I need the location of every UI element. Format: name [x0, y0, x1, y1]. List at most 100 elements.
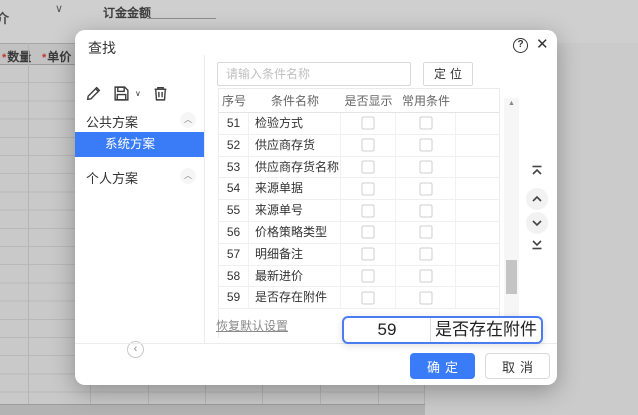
row-seq: 53 [219, 156, 249, 178]
row-show-cell [341, 222, 396, 243]
chevron-down-icon: ∨ [55, 3, 64, 15]
spreadsheet-footer-row [0, 404, 425, 415]
restore-defaults-link[interactable]: 恢复默认设置 [216, 317, 288, 334]
show-checkbox[interactable] [361, 204, 375, 218]
common-checkbox[interactable] [419, 269, 432, 283]
common-checkbox[interactable] [419, 160, 432, 174]
condition-search-input[interactable] [217, 62, 411, 86]
move-up-icon[interactable] [526, 188, 548, 210]
chevron-down-icon[interactable]: ∨ [135, 89, 141, 98]
scroll-up-icon[interactable]: ▲ [504, 100, 519, 107]
row-condition-name: 最新进价 [249, 265, 341, 287]
required-star: * [2, 52, 7, 64]
row-show-cell [341, 287, 396, 309]
row-show-cell [341, 156, 396, 178]
column-header-show: 是否显示 [344, 94, 393, 108]
row-common-cell [396, 134, 456, 156]
row-condition-name: 是否存在附件 [249, 287, 341, 309]
table-row[interactable]: 55 来源单号 [219, 200, 499, 222]
show-checkbox[interactable] [361, 160, 375, 174]
row-show-cell [341, 134, 396, 156]
row-condition-name: 检验方式 [249, 113, 341, 134]
gridline [28, 43, 29, 415]
move-to-top-icon[interactable] [526, 164, 548, 186]
table-row[interactable]: 56 价格策略类型 [219, 222, 499, 244]
show-checkbox[interactable] [361, 269, 375, 283]
common-checkbox[interactable] [419, 225, 432, 239]
common-checkbox[interactable] [419, 247, 432, 261]
common-checkbox[interactable] [419, 182, 432, 196]
row-condition-name: 价格策略类型 [249, 222, 341, 243]
column-header-quantity: *数量 [2, 50, 32, 64]
close-icon[interactable]: ✕ [536, 35, 549, 53]
row-common-cell [396, 156, 456, 178]
show-checkbox[interactable] [361, 182, 375, 196]
drag-ghost-seq: 59 [344, 318, 431, 342]
help-icon[interactable]: ? [513, 38, 528, 53]
deposit-amount-label: 订金金额 [103, 6, 152, 20]
row-show-cell [341, 200, 396, 221]
row-condition-name: 供应商存货 [249, 134, 341, 156]
row-seq: 57 [219, 243, 249, 265]
row-seq: 58 [219, 265, 249, 287]
background-partial-label: 介 [0, 11, 10, 26]
row-show-cell [341, 265, 396, 287]
row-common-cell [396, 200, 456, 221]
find-dialog: 查找 ? ✕ ∨ 公共方案 ︿ 系统方案 个人方案 ︿ ‹ 定位 序号 条件名称 [75, 30, 557, 385]
sidebar-group-public[interactable]: 公共方案 [86, 112, 138, 131]
condition-table-header: 序号 条件名称 是否显示 常用条件 [219, 89, 499, 113]
table-row[interactable]: 58 最新进价 [219, 265, 499, 288]
row-common-cell [396, 222, 456, 243]
condition-table: 序号 条件名称 是否显示 常用条件 51 检验方式 52 供应商存货 53 供应商存货名称… [218, 88, 500, 338]
column-header-seq: 序号 [221, 94, 246, 108]
deposit-amount-input-underline [147, 18, 216, 19]
table-row[interactable]: 57 明细备注 [219, 243, 499, 266]
row-common-cell [396, 265, 456, 287]
common-checkbox[interactable] [419, 116, 432, 130]
row-seq: 59 [219, 287, 249, 309]
row-condition-name: 供应商存货名称 [249, 156, 341, 178]
sidebar-group-personal[interactable]: 个人方案 [86, 168, 138, 187]
table-row[interactable]: 51 检验方式 [219, 113, 499, 135]
move-to-bottom-icon[interactable] [526, 237, 548, 259]
row-seq: 55 [219, 200, 249, 221]
ok-button[interactable]: 确定 [410, 353, 475, 379]
column-header-common: 常用条件 [401, 94, 450, 108]
show-checkbox[interactable] [361, 291, 375, 305]
show-checkbox[interactable] [361, 247, 375, 261]
row-common-cell [396, 287, 456, 309]
row-common-cell [396, 243, 456, 265]
table-scrollbar[interactable]: ▲ ▼ [504, 98, 519, 342]
common-checkbox[interactable] [419, 138, 432, 152]
table-row[interactable]: 53 供应商存货名称 [219, 156, 499, 179]
row-common-cell [396, 113, 456, 134]
show-checkbox[interactable] [361, 116, 375, 130]
row-seq: 54 [219, 178, 249, 200]
row-show-cell [341, 243, 396, 265]
edit-pencil-icon[interactable] [85, 85, 102, 102]
collapse-chevron-icon[interactable]: ︿ [180, 112, 196, 128]
table-row[interactable]: 52 供应商存货 [219, 134, 499, 157]
collapse-chevron-icon[interactable]: ︿ [180, 168, 196, 184]
move-down-icon[interactable] [526, 212, 548, 234]
save-floppy-icon[interactable] [113, 85, 130, 102]
show-checkbox[interactable] [361, 225, 375, 239]
locate-button[interactable]: 定位 [423, 62, 473, 86]
row-seq: 52 [219, 134, 249, 156]
drag-ghost-row[interactable]: 59 是否存在附件 [342, 316, 543, 344]
scheme-sidebar: ∨ 公共方案 ︿ 系统方案 个人方案 ︿ ‹ [75, 55, 205, 358]
row-condition-name: 来源单号 [249, 200, 341, 221]
table-row[interactable]: 54 来源单据 [219, 178, 499, 201]
scrollbar-thumb[interactable] [506, 260, 517, 294]
common-checkbox[interactable] [419, 291, 432, 305]
sidebar-item-system-scheme[interactable]: 系统方案 [75, 132, 204, 157]
table-row[interactable]: 59 是否存在附件 [219, 287, 499, 310]
column-header-unit-price: *单价 [42, 50, 72, 64]
cancel-button[interactable]: 取消 [485, 353, 550, 379]
show-checkbox[interactable] [361, 138, 375, 152]
row-condition-name: 明细备注 [249, 243, 341, 265]
row-condition-name: 来源单据 [249, 178, 341, 200]
common-checkbox[interactable] [419, 204, 432, 218]
required-star: * [42, 52, 47, 64]
trash-icon[interactable] [152, 85, 169, 102]
